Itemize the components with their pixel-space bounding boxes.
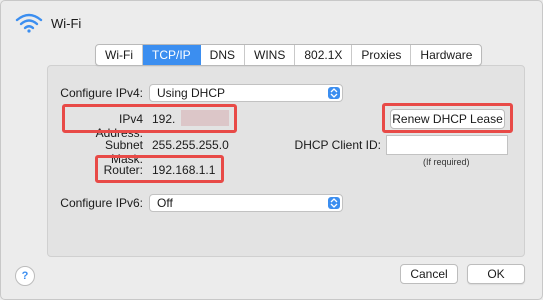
configure-ipv6-label: Configure IPv6: [60, 196, 143, 210]
configure-ipv4-label: Configure IPv4: [60, 86, 143, 100]
configure-ipv4-select[interactable]: Using DHCP [149, 84, 343, 102]
tab-proxies[interactable]: Proxies [352, 45, 412, 65]
window-title: Wi-Fi [51, 15, 82, 31]
highlight-router [95, 155, 224, 183]
client-id-hint: (If required) [423, 157, 470, 167]
cancel-button[interactable]: Cancel [400, 264, 458, 284]
configure-ipv4-value: Using DHCP [157, 86, 226, 100]
dhcp-client-id-field[interactable] [386, 135, 508, 155]
ok-button[interactable]: OK [467, 264, 525, 284]
wifi-icon [15, 13, 43, 33]
tab-wifi[interactable]: Wi-Fi [96, 45, 143, 65]
subnet-mask-value: 255.255.255.0 [152, 138, 229, 152]
popup-arrows-icon [328, 197, 340, 209]
configure-ipv6-select[interactable]: Off [149, 194, 343, 212]
title-bar: Wi-Fi [15, 11, 81, 35]
tab-dns[interactable]: DNS [201, 45, 245, 65]
configure-ipv6-value: Off [157, 196, 173, 210]
highlight-renew-button [382, 103, 513, 133]
tab-8021x[interactable]: 802.1X [295, 45, 353, 65]
highlight-ipv4-address [62, 104, 237, 133]
tab-wins[interactable]: WINS [245, 45, 296, 65]
tab-tcpip[interactable]: TCP/IP [142, 45, 201, 65]
network-dialog: Wi-Fi Wi-Fi TCP/IP DNS WINS 802.1X Proxi… [0, 0, 543, 300]
tab-hardware[interactable]: Hardware [411, 45, 481, 65]
popup-arrows-icon [328, 87, 340, 99]
dhcp-client-id-label: DHCP Client ID: [294, 138, 381, 152]
help-button[interactable]: ? [15, 266, 35, 286]
tab-bar: Wi-Fi TCP/IP DNS WINS 802.1X Proxies Har… [95, 44, 483, 66]
